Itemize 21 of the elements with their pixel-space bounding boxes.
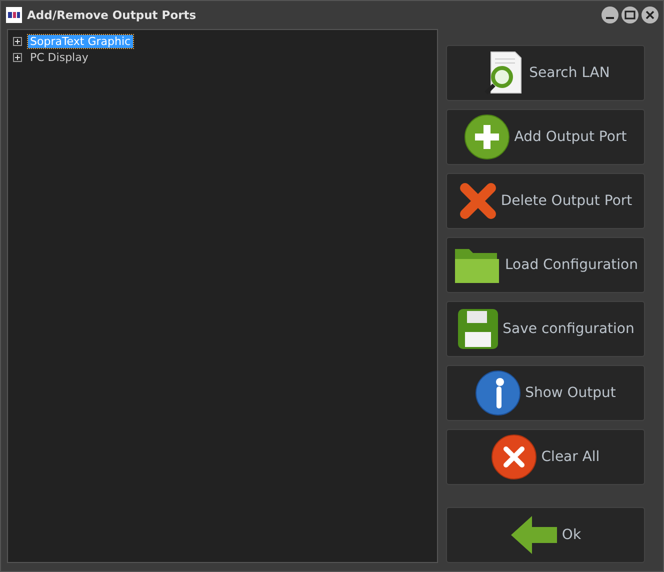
cross-icon — [458, 182, 497, 220]
left-arrow-icon — [510, 515, 558, 555]
action-button[interactable]: Save configuration — [446, 301, 645, 357]
window-title: Add/Remove Output Ports — [27, 8, 198, 22]
close-button[interactable] — [641, 6, 659, 24]
info-icon — [475, 370, 522, 416]
action-button[interactable]: Search LAN — [446, 45, 645, 101]
expand-icon[interactable] — [13, 52, 22, 62]
action-button[interactable]: Ok — [446, 507, 645, 563]
expand-icon[interactable] — [13, 36, 22, 46]
action-button[interactable]: Clear All — [446, 429, 645, 485]
tree-item[interactable]: PC Display — [28, 50, 90, 64]
minimize-button[interactable] — [601, 6, 619, 24]
app-logo-icon — [6, 6, 22, 22]
action-button[interactable]: Delete Output Port — [446, 173, 645, 229]
plus-icon — [464, 114, 510, 160]
maximize-button[interactable] — [621, 6, 639, 24]
action-button[interactable]: Load Configuration — [446, 237, 645, 293]
action-button[interactable]: Show Output — [446, 365, 645, 421]
action-button[interactable]: Add Output Port — [446, 109, 645, 165]
cancel-icon — [491, 434, 538, 480]
